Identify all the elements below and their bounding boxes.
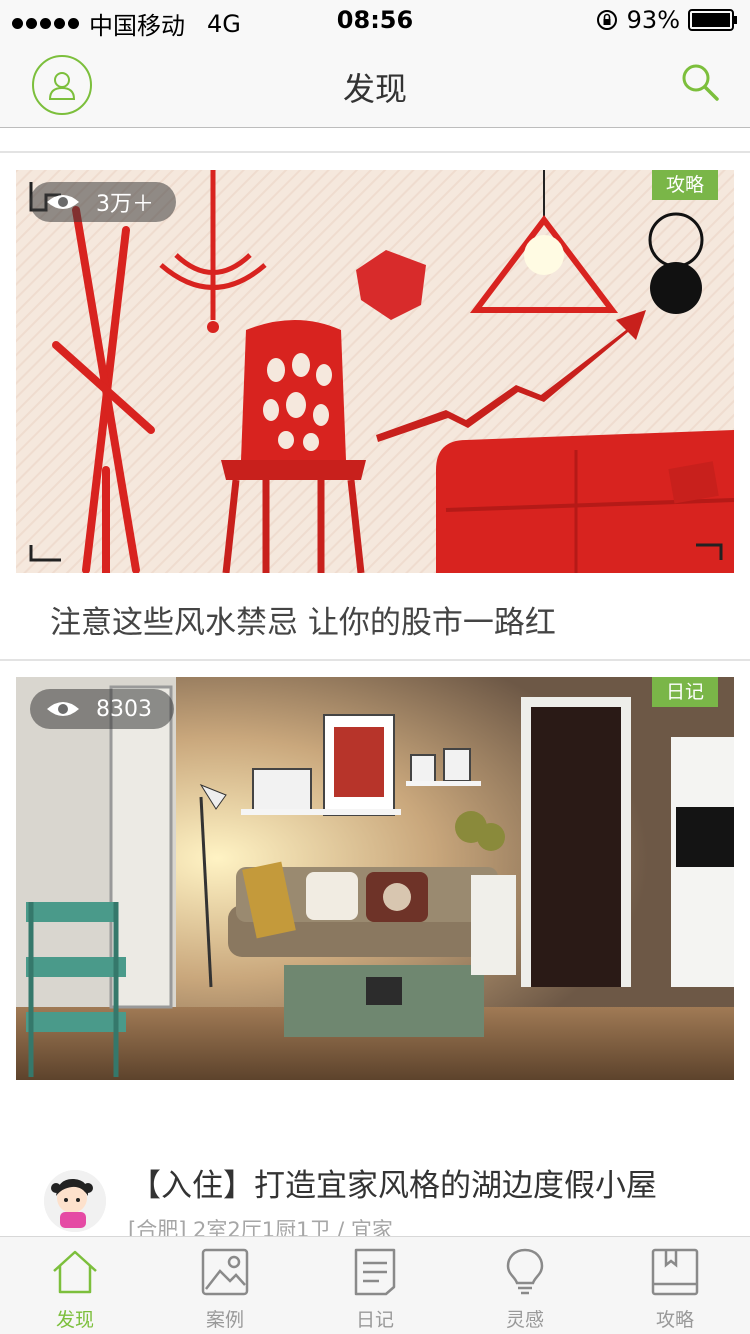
tab-inspiration[interactable]: 灵感 (450, 1237, 600, 1334)
tab-label: 灵感 (505, 1309, 544, 1331)
living-room-photo (16, 677, 734, 1080)
tab-label: 发现 (55, 1309, 94, 1331)
rotation-lock-icon (596, 10, 617, 30)
nav-bar: 发现 (0, 40, 750, 128)
tab-discover[interactable]: 发现 (0, 1237, 150, 1334)
cartoon-girl-avatar (44, 1170, 106, 1232)
author-avatar[interactable] (44, 1170, 106, 1232)
card-title[interactable]: 注意这些风水禁忌 让你的股市一路红 (0, 573, 750, 659)
feed-card-diary[interactable]: 8303 日记 【入住】打造宜家风格的湖边度假小屋 [合肥] 2室2厅1厨1卫 … (0, 677, 750, 1236)
status-bar: 中国移动 4G 08:56 93% (0, 0, 750, 40)
page-title: 发现 (342, 70, 407, 108)
house-icon (53, 1250, 97, 1294)
diary-meta: [合肥] 2室2厅1厨1卫 / 宜家 (128, 1218, 393, 1236)
eye-icon (47, 702, 79, 716)
feed: 3万＋ 攻略 注意这些风水禁忌 让你的股市一路红 8303 日记 【入住】打造宜… (0, 129, 750, 1236)
picture-icon (201, 1248, 249, 1296)
tab-cases[interactable]: 案例 (150, 1237, 300, 1334)
book-icon (651, 1248, 699, 1296)
profile-button[interactable] (32, 55, 92, 115)
eye-icon (47, 195, 79, 209)
tab-label: 日记 (355, 1309, 394, 1331)
tab-label: 攻略 (655, 1309, 694, 1331)
fengshui-illustration (16, 170, 734, 573)
view-count: 3万＋ (96, 192, 154, 217)
view-count: 8303 (96, 696, 152, 722)
tab-guides[interactable]: 攻略 (600, 1237, 750, 1334)
tab-diary[interactable]: 日记 (300, 1237, 450, 1334)
lightbulb-icon (506, 1248, 544, 1295)
tab-bar: 发现 案例 日记 灵感 攻略 (0, 1236, 750, 1334)
status-right: 93% (595, 6, 738, 34)
diary-info[interactable]: 【入住】打造宜家风格的湖边度假小屋 [合肥] 2室2厅1厨1卫 / 宜家 (0, 1080, 750, 1236)
card-image[interactable]: 8303 日记 (16, 677, 734, 1080)
diary-title[interactable]: 【入住】打造宜家风格的湖边度假小屋 (130, 1160, 657, 1205)
category-badge: 攻略 (652, 170, 718, 200)
battery-icon (688, 9, 737, 31)
card-image[interactable]: 3万＋ 攻略 (16, 170, 734, 573)
search-icon[interactable] (680, 62, 720, 102)
document-icon (354, 1248, 396, 1296)
view-count-badge: 3万＋ (30, 182, 176, 222)
user-icon (48, 72, 76, 100)
feed-card-guide[interactable]: 3万＋ 攻略 注意这些风水禁忌 让你的股市一路红 (0, 170, 750, 659)
category-badge: 日记 (652, 677, 718, 707)
view-count-badge: 8303 (30, 689, 174, 729)
feed-top-spacer (0, 129, 750, 151)
tab-label: 案例 (205, 1309, 244, 1331)
battery-percent: 93% (626, 6, 680, 34)
